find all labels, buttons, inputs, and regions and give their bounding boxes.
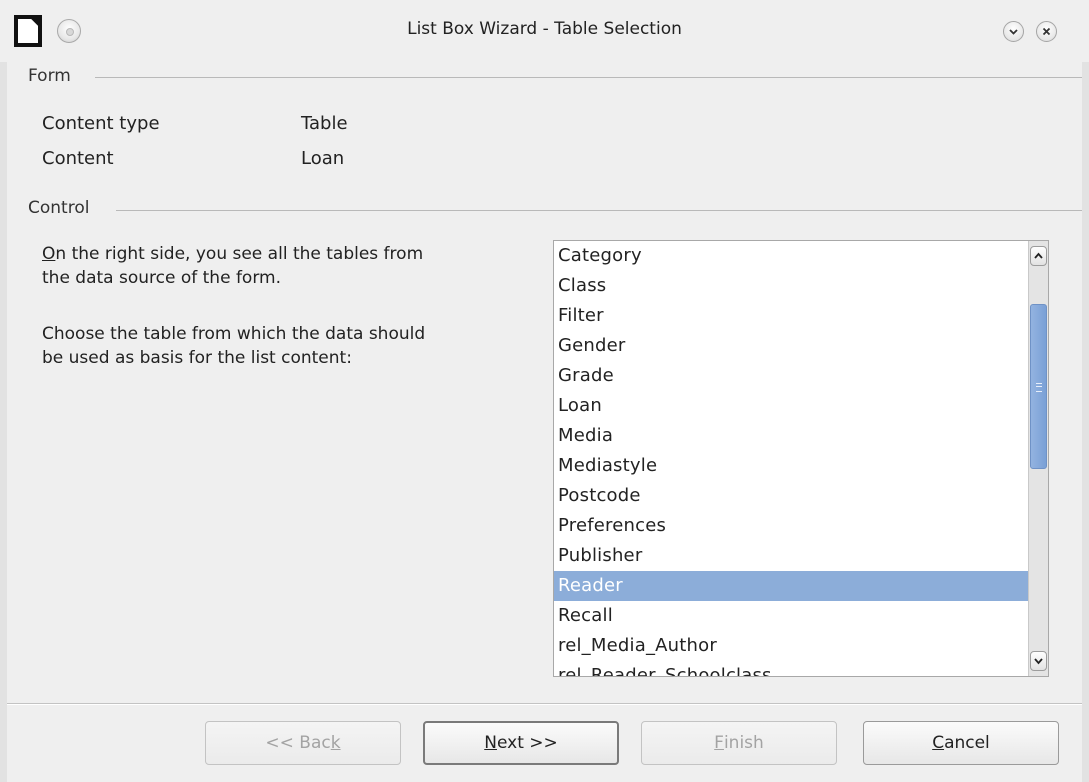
chevron-up-icon — [1034, 252, 1043, 259]
list-item[interactable]: Loan — [554, 391, 1030, 421]
list-item[interactable]: Category — [554, 241, 1030, 271]
title-bar: List Box Wizard - Table Selection — [0, 0, 1089, 62]
chevron-down-icon — [1009, 29, 1018, 35]
list-item[interactable]: Postcode — [554, 481, 1030, 511]
mnemonic: C — [932, 733, 945, 753]
window-title: List Box Wizard - Table Selection — [407, 19, 682, 39]
description-line: n the right side, you see all the tables… — [55, 244, 424, 264]
list-item[interactable]: Filter — [554, 301, 1030, 331]
list-item[interactable]: Grade — [554, 361, 1030, 391]
description-text: On the right side, you see all the table… — [42, 242, 542, 290]
button-label: inish — [723, 733, 764, 753]
next-button[interactable]: Next >> — [423, 721, 619, 765]
button-separator — [7, 703, 1082, 705]
button-label: ancel — [944, 733, 990, 753]
window-border — [0, 62, 7, 782]
table-list-items: Category Class Filter Gender Grade Loan Media M… — [554, 241, 1030, 676]
back-button[interactable]: << Bac k — [205, 721, 401, 765]
finish-button[interactable]: Finish — [641, 721, 837, 765]
mnemonic: N — [484, 733, 497, 753]
window-border — [1082, 62, 1089, 782]
scroll-up-button[interactable] — [1030, 246, 1047, 266]
button-label: ext >> — [496, 733, 558, 753]
list-item[interactable]: Recall — [554, 601, 1030, 631]
list-item[interactable]: Class — [554, 271, 1030, 301]
button-label: << Bac — [265, 733, 331, 753]
group-divider — [95, 77, 1082, 78]
instruction-text: Choose the table from which the data sho… — [42, 322, 542, 370]
instruction-line: be used as basis for the list content: — [42, 348, 352, 368]
close-icon — [1042, 27, 1051, 36]
list-item[interactable]: Mediastyle — [554, 451, 1030, 481]
description-line: the data source of the form. — [42, 268, 281, 288]
table-listbox[interactable]: Category Class Filter Gender Grade Loan Media M… — [553, 240, 1049, 677]
list-item[interactable]: Gender — [554, 331, 1030, 361]
cancel-button[interactable]: Cancel — [863, 721, 1059, 765]
instruction-line: Choose the table from which the data sho… — [42, 324, 426, 344]
list-item[interactable]: Media — [554, 421, 1030, 451]
list-item[interactable]: Preferences — [554, 511, 1030, 541]
content-value: Loan — [301, 148, 345, 169]
grip-icon — [1036, 383, 1042, 392]
content-label: Content — [42, 148, 114, 169]
group-divider — [116, 210, 1082, 211]
scroll-down-button[interactable] — [1030, 651, 1047, 671]
content-type-value: Table — [301, 113, 348, 134]
mnemonic: k — [330, 733, 341, 753]
close-button[interactable] — [1036, 21, 1057, 42]
list-item[interactable]: Publisher — [554, 541, 1030, 571]
scroll-thumb[interactable] — [1030, 304, 1047, 469]
vertical-scrollbar[interactable] — [1028, 241, 1048, 676]
list-item[interactable]: Reader — [554, 571, 1030, 601]
list-item[interactable]: rel_Media_Author — [554, 631, 1030, 661]
chevron-down-icon — [1034, 658, 1043, 665]
form-group-header: Form — [28, 66, 71, 86]
control-group-header: Control — [28, 198, 90, 218]
minimize-button[interactable] — [1003, 21, 1024, 42]
content-type-label: Content type — [42, 113, 160, 134]
list-item[interactable]: rel_Reader_Schoolclass — [554, 661, 1030, 676]
mnemonic: F — [714, 733, 724, 753]
mnemonic: O — [42, 244, 56, 264]
